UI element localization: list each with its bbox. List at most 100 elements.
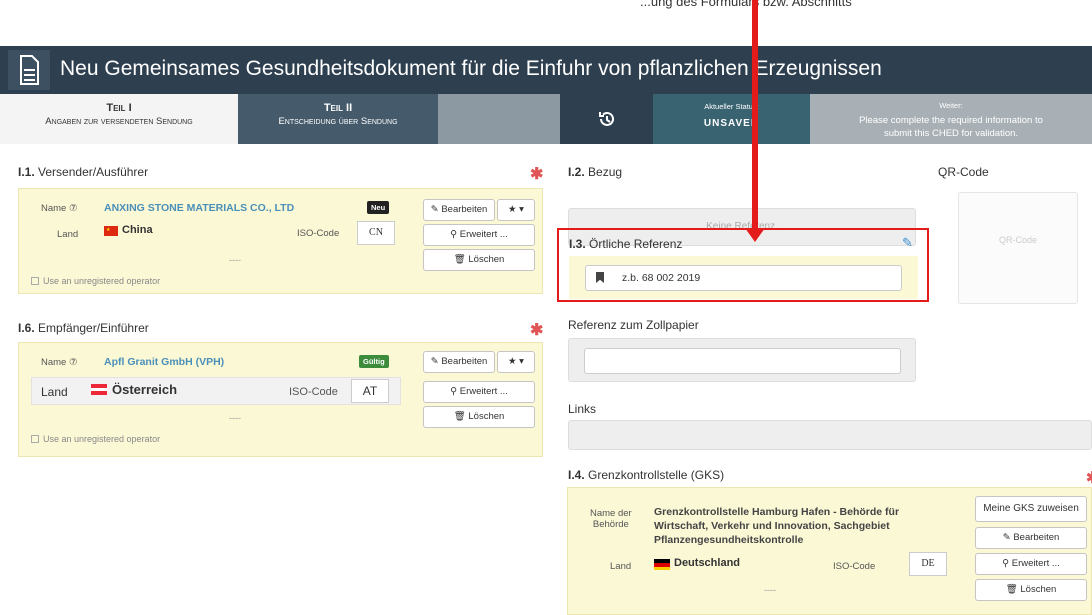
consignee-iso-label: ISO-Code [289,386,338,398]
required-icon: ✱ [530,166,544,183]
tab-teil-1-subtitle: Angaben zur versendeten Sendung [45,116,193,127]
bip-edit-button[interactable]: ✎ Bearbeiten [975,527,1087,549]
search-icon: ⚲ [1002,558,1010,569]
consignor-unregistered-checkbox[interactable]: Use an unregistered operator [31,276,160,286]
consignor-name-link[interactable]: ANXING STONE MATERIALS CO., LTD [104,202,294,214]
bip-authority-name: Grenzkontrollstelle Hamburg Hafen - Behö… [654,506,900,546]
consignee-dashes: ---- [229,413,241,423]
china-flag-icon: ★ [104,226,118,236]
next-line-2: submit this CHED for validation. [883,128,1019,139]
bip-authority-label: Name der Behörde [590,508,632,530]
required-icon: ✱ [530,322,544,339]
bip-iso-code: DE [909,552,947,576]
history-icon [598,111,614,126]
customs-heading: Referenz zum Zollpapier [568,318,699,332]
document-icon [8,50,50,90]
consignee-edit-button[interactable]: ✎ Bearbeiten [423,351,495,373]
consignor-heading-num: I.1. [18,165,35,179]
customs-box [568,338,916,382]
bip-heading-text: Grenzkontrollstelle (GKS) [588,468,725,482]
bip-advanced-button[interactable]: ⚲ Erweitert ... [975,553,1087,575]
search-icon: ⚲ [450,386,458,397]
title-bar: Neu Gemeinsames Gesundheitsdokument für … [0,46,1092,94]
bip-delete-button[interactable]: 🗑 Löschen [975,579,1087,601]
tab-teil-1[interactable]: Teil I Angaben zur versendeten Sendung [0,94,238,144]
consignee-advanced-button[interactable]: ⚲ Erweitert ... [423,381,535,403]
help-icon[interactable]: ⑦ [69,203,78,214]
bip-iso-label: ISO-Code [833,561,876,572]
consignor-unregistered-label: Use an unregistered operator [43,276,161,286]
consignee-country: Österreich [112,382,178,397]
star-icon: ★ [508,356,517,367]
status-label: Aktueller Status: [704,102,759,111]
germany-flag-icon [654,559,670,570]
bip-panel: Name der Behörde Grenzkontrollstelle Hamb… [567,487,1092,615]
tab-bar: Teil I Angaben zur versendeten Sendung T… [0,94,1092,144]
next-panel: Weiter: Please complete the required inf… [810,94,1092,144]
consignee-valid-badge: Gültig [359,355,389,368]
status-panel: Aktueller Status: UNSAVED [653,94,810,144]
trash-icon: 🗑 [1005,584,1018,595]
search-icon: ⚲ [450,229,458,240]
customs-input[interactable] [584,348,901,374]
consignee-iso-code: AT [351,379,389,403]
help-icon[interactable]: ⑦ [69,357,78,368]
consignor-country-label: Land [57,229,79,240]
highlight-arrow [752,0,758,236]
tab-teil-2[interactable]: Teil II Entscheidung über Sendung [238,94,438,144]
bip-dashes: ---- [764,585,776,595]
consignor-advanced-button[interactable]: ⚲ Erweitert ... [423,224,535,246]
links-heading: Links [568,402,597,416]
reference-heading-text: Bezug [588,165,623,179]
tab-teil-2-title: Teil II [323,102,353,114]
highlight-box [557,228,929,302]
consignor-name-label: Name ⑦ [41,203,78,214]
consignee-heading-text: Empfänger/Einführer [38,321,149,335]
bip-assign-button[interactable]: Meine GKS zuweisen [975,496,1087,522]
consignor-iso-label: ISO-Code [297,228,340,239]
consignor-iso-code: CN [357,221,395,245]
austria-flag-icon [91,384,107,395]
top-partial-text: ...ung des Formulars bzw. Abschnitts [640,0,852,9]
consignee-name-link[interactable]: Apfl Granit GmbH (VPH) [104,356,224,368]
consignor-heading-text: Versender/Ausführer [38,165,149,179]
reference-heading-num: I.2. [568,165,585,179]
tab-spacer [438,94,560,144]
required-icon: ✱ [1086,468,1092,488]
next-line-1: Please complete the required information… [859,115,1043,126]
consignor-dashes: ---- [229,255,241,265]
qr-code-box: QR-Code [958,192,1078,304]
bip-heading-num: I.4. [568,468,585,482]
consignee-country-row [31,377,401,405]
consignor-panel: Name ⑦ ANXING STONE MATERIALS CO., LTD N… [18,188,543,294]
trash-icon: 🗑 [453,254,466,265]
bip-country: Deutschland [674,557,741,569]
consignor-heading: I.1. Versender/Ausführer [18,165,148,179]
next-label: Weiter: [939,101,963,110]
tab-teil-1-title: Teil I [106,102,132,114]
highlight-arrow-head [745,228,765,242]
consignee-heading-num: I.6. [18,321,35,335]
history-button[interactable] [560,94,653,144]
star-icon: ★ [508,204,517,215]
consignor-new-badge: Neu [367,201,390,214]
consignee-delete-button[interactable]: 🗑 Löschen [423,406,535,428]
qr-heading: QR-Code [938,165,989,179]
bip-country-label: Land [610,561,632,572]
bip-heading: I.4. Grenzkontrollstelle (GKS) [568,468,724,482]
qr-placeholder: QR-Code [998,235,1037,245]
reference-heading: I.2. Bezug [568,165,622,179]
consignee-favorite-dropdown[interactable]: ★ ▾ [497,351,535,373]
links-box [568,420,1092,450]
page-title: Neu Gemeinsames Gesundheitsdokument für … [60,57,882,80]
consignee-unregistered-checkbox[interactable]: Use an unregistered operator [31,434,160,444]
consignor-delete-button[interactable]: 🗑 Löschen [423,249,535,271]
consignee-name-label: Name ⑦ [41,357,78,368]
consignee-unregistered-label: Use an unregistered operator [43,434,161,444]
consignee-heading: I.6. Empfänger/Einführer [18,321,149,335]
consignor-edit-button[interactable]: ✎ Bearbeiten [423,199,495,221]
consignee-panel: Name ⑦ Apfl Granit GmbH (VPH) Gültig Lan… [18,342,543,457]
consignor-favorite-dropdown[interactable]: ★ ▾ [497,199,535,221]
status-value: UNSAVED [703,118,760,129]
consignee-country-label: Land [41,385,68,399]
